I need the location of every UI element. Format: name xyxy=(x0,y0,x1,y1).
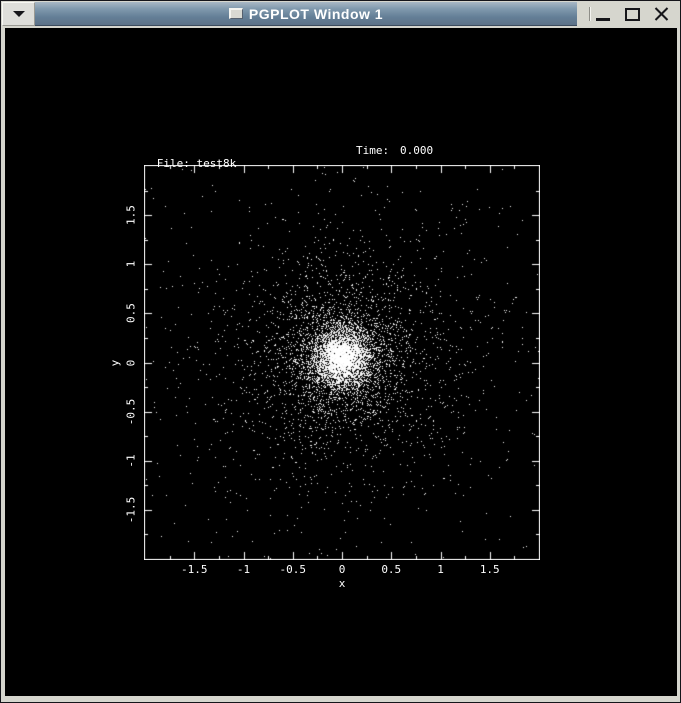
x-tick-label: -0.5 xyxy=(280,563,307,576)
window-title: PGPLOT Window 1 xyxy=(249,6,383,22)
y-axis-title: y xyxy=(109,359,122,366)
maximize-icon xyxy=(625,8,640,21)
y-tick-label: 0 xyxy=(125,359,138,366)
window-controls xyxy=(577,2,679,26)
minimize-button[interactable] xyxy=(591,4,615,24)
maximize-button[interactable] xyxy=(620,4,644,24)
y-tick-label: 1 xyxy=(125,261,138,268)
x-tick-label: 0 xyxy=(339,563,346,576)
x-tick-label: 1 xyxy=(437,563,444,576)
time-label: Time: xyxy=(356,144,389,157)
x-tick-label: -1.5 xyxy=(181,563,208,576)
plot-canvas-area: File: test8k Time: 0.000 x y -1.5-1-0.50… xyxy=(5,28,677,696)
x-tick-label: 1.5 xyxy=(480,563,500,576)
x-axis-title: x xyxy=(339,577,346,590)
pgplot-window: PGPLOT Window 1 File: test8k Time: 0.000… xyxy=(0,0,681,703)
x-tick-label: 0.5 xyxy=(381,563,401,576)
window-icon xyxy=(229,8,243,19)
dropdown-triangle-icon xyxy=(13,11,25,17)
minimize-icon xyxy=(596,18,610,21)
y-tick-label: 1.5 xyxy=(125,205,138,225)
close-icon xyxy=(654,7,669,22)
y-tick-label: -0.5 xyxy=(125,398,138,425)
y-tick-label: -1 xyxy=(125,454,138,467)
x-tick-label: -1 xyxy=(237,563,250,576)
window-menu-button[interactable] xyxy=(2,2,35,26)
controls-divider xyxy=(589,7,590,21)
close-button[interactable] xyxy=(649,4,673,24)
titlebar: PGPLOT Window 1 xyxy=(2,2,679,26)
time-value: 0.000 xyxy=(400,144,433,157)
titlebar-drag-area[interactable]: PGPLOT Window 1 xyxy=(35,2,577,26)
y-tick-label: -1.5 xyxy=(125,497,138,524)
scatter-plot xyxy=(144,165,540,560)
y-tick-label: 0.5 xyxy=(125,303,138,323)
